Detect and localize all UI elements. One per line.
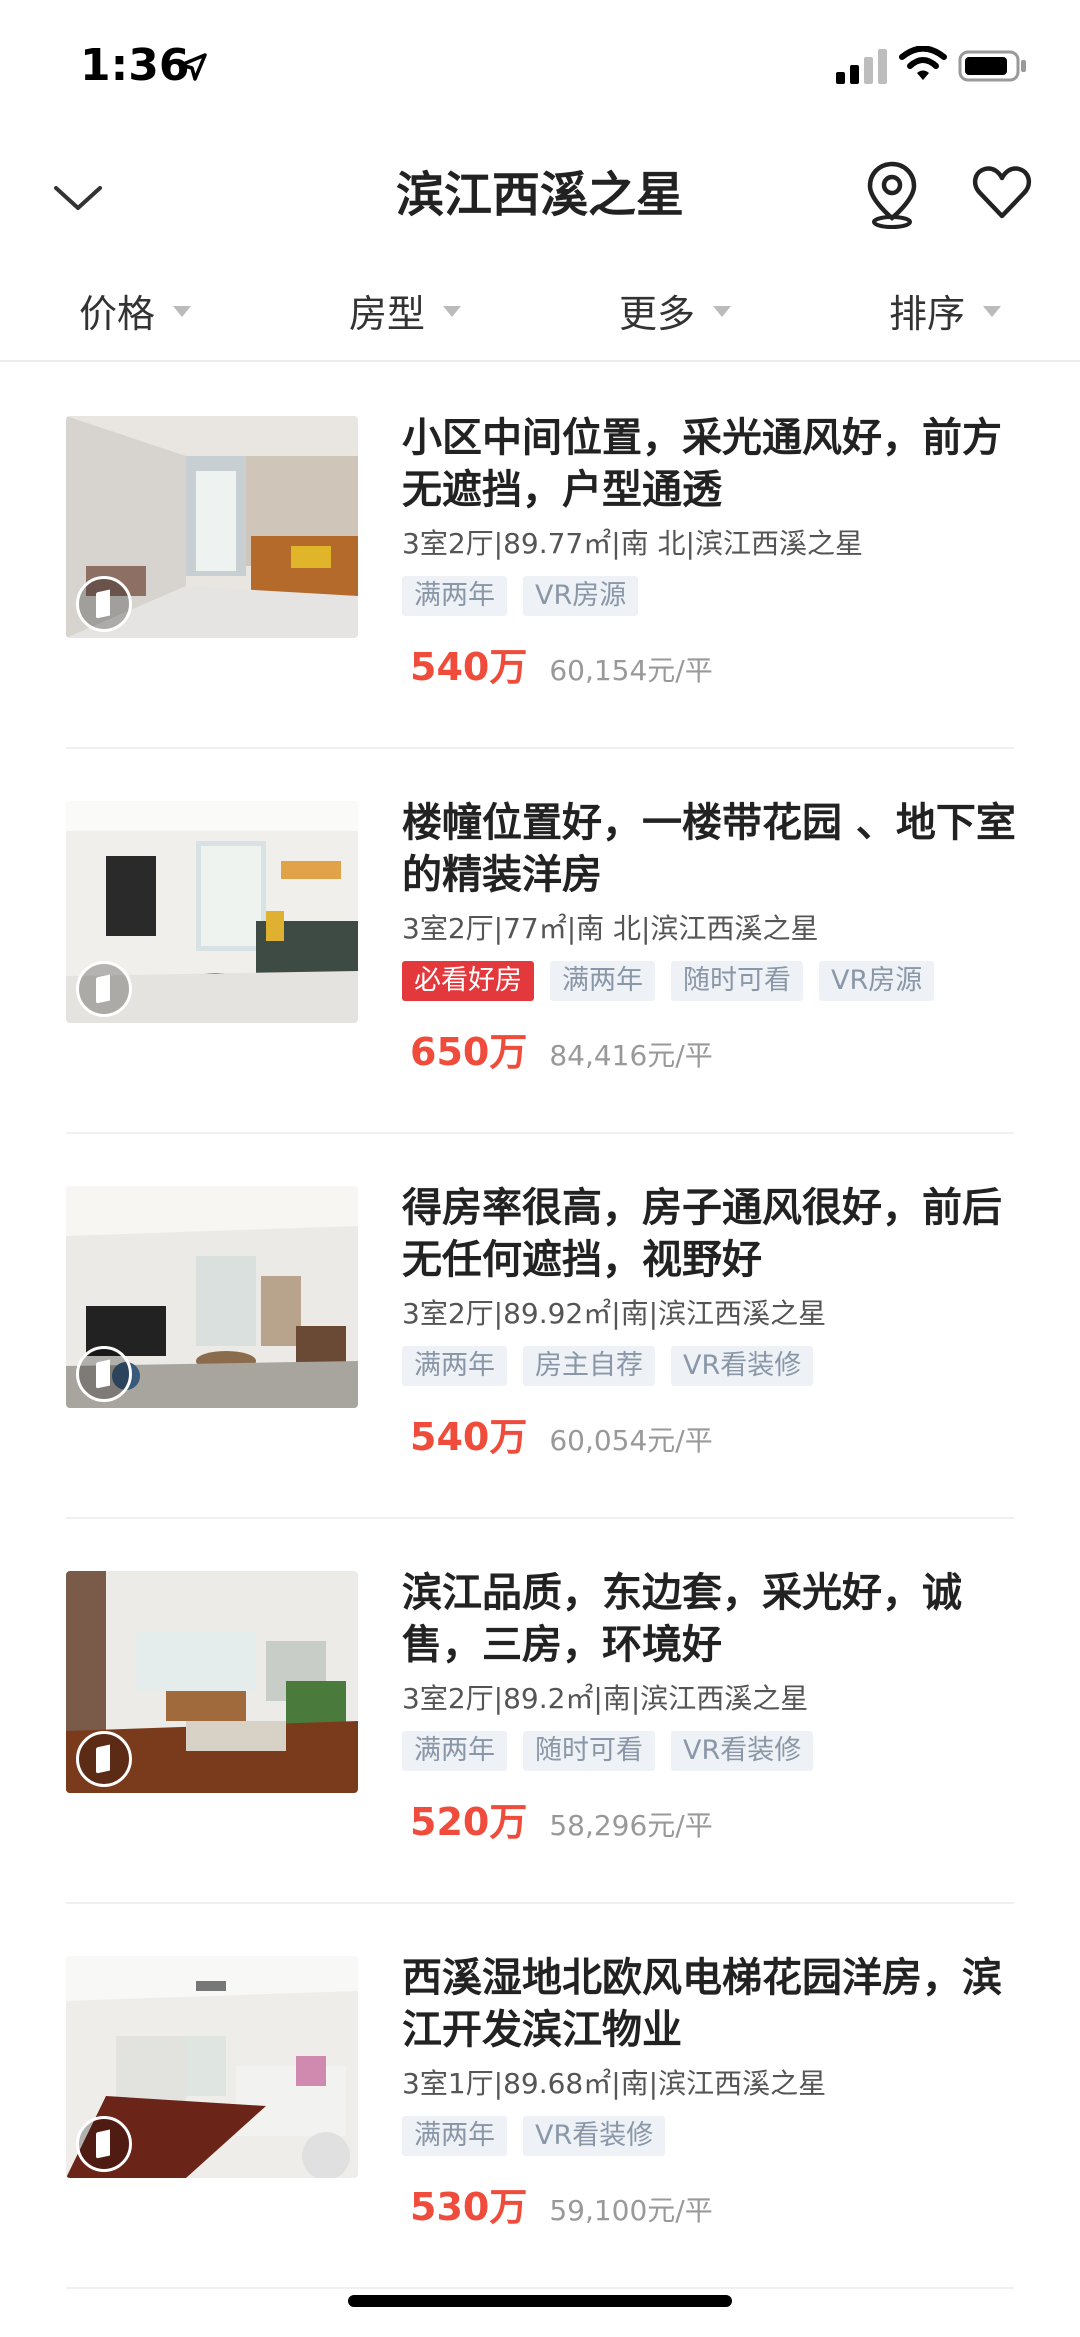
listing-price: 540万 [410, 645, 528, 689]
tag: 满两年 [402, 576, 507, 616]
listing-meta: 3室2厅|89.2㎡|南|滨江西溪之星 [402, 1682, 809, 1715]
listing-meta: 3室1厅|89.68㎡|南|滨江西溪之星 [402, 2067, 827, 2100]
map-pin-icon[interactable] [862, 158, 922, 230]
filter-sort[interactable]: 排序 [810, 270, 1080, 350]
tag: 房主自荐 [523, 1346, 655, 1386]
tag: 满两年 [550, 961, 655, 1001]
filter-more[interactable]: 更多 [540, 270, 810, 350]
vr-play-icon[interactable] [76, 1346, 132, 1402]
vr-play-icon[interactable] [76, 2116, 132, 2172]
listing-title: 滨江品质，东边套，采光好，诚售，三房，环境好 [402, 1570, 962, 1668]
tag: VR看装修 [523, 2116, 666, 2156]
listing-meta: 3室2厅|77㎡|南 北|滨江西溪之星 [402, 912, 819, 945]
listing-meta: 3室2厅|89.77㎡|南 北|滨江西溪之星 [402, 527, 863, 560]
listing-photo[interactable] [66, 416, 358, 638]
filter-label: 房型 [348, 291, 425, 336]
listing-price: 650万 [410, 1030, 528, 1074]
tag: 满两年 [402, 1731, 507, 1771]
home-indicator[interactable] [348, 2295, 732, 2307]
battery-icon [958, 50, 1026, 82]
tag: VR看装修 [671, 1731, 814, 1771]
tag: 满两年 [402, 2116, 507, 2156]
listing-title: 得房率很高，房子通风很好，前后无任何遮挡，视野好 [402, 1185, 1002, 1283]
tag: VR房源 [819, 961, 935, 1001]
listing-tags: 满两年 VR看装修 [402, 2116, 1022, 2156]
tag: VR看装修 [671, 1346, 814, 1386]
listing-tags: 满两年 房主自荐 VR看装修 [402, 1346, 1022, 1386]
caret-down-icon [173, 305, 191, 317]
listing-card[interactable]: 小区中间位置，采光通风好，前方无遮挡，户型通透 3室2厅|89.77㎡|南 北|… [66, 364, 1014, 749]
listing-unit-price: 60,054元/平 [549, 1424, 713, 1457]
listing-meta: 3室2厅|89.92㎡|南|滨江西溪之星 [402, 1297, 827, 1330]
listing-unit-price: 58,296元/平 [549, 1809, 713, 1842]
listing-photo[interactable] [66, 1186, 358, 1408]
vr-play-icon[interactable] [76, 961, 132, 1017]
listing-tags: 满两年 VR房源 [402, 576, 1022, 616]
listing-unit-price: 84,416元/平 [549, 1039, 713, 1072]
caret-down-icon [443, 305, 461, 317]
listing-list: 小区中间位置，采光通风好，前方无遮挡，户型通透 3室2厅|89.77㎡|南 北|… [0, 364, 1080, 2289]
listing-price: 530万 [410, 2185, 528, 2229]
listing-price: 540万 [410, 1415, 528, 1459]
listing-unit-price: 59,100元/平 [549, 2194, 713, 2227]
tag: 随时可看 [671, 961, 803, 1001]
listing-unit-price: 60,154元/平 [549, 654, 713, 687]
vr-play-icon[interactable] [76, 576, 132, 632]
listing-title: 西溪湿地北欧风电梯花园洋房，滨江开发滨江物业 [402, 1955, 1002, 2053]
heart-icon[interactable] [970, 160, 1034, 224]
listing-card[interactable]: 得房率很高，房子通风很好，前后无任何遮挡，视野好 3室2厅|89.92㎡|南|滨… [66, 1134, 1014, 1519]
listing-photo[interactable] [66, 1571, 358, 1793]
tag: VR房源 [523, 576, 639, 616]
filter-bar: 价格 房型 更多 排序 [0, 270, 1080, 362]
listing-tags: 满两年 随时可看 VR看装修 [402, 1731, 1022, 1771]
filter-price[interactable]: 价格 [0, 270, 270, 350]
caret-down-icon [713, 305, 731, 317]
nav-bar: 滨江西溪之星 [0, 130, 1080, 260]
tag-must-see: 必看好房 [402, 961, 534, 1001]
location-arrow-icon [179, 53, 207, 81]
listing-card[interactable]: 楼幢位置好，一楼带花园 、地下室的精装洋房 3室2厅|77㎡|南 北|滨江西溪之… [66, 749, 1016, 1134]
tag: 满两年 [402, 1346, 507, 1386]
cellular-signal-icon [836, 49, 887, 84]
listing-title: 楼幢位置好，一楼带花园 、地下室的精装洋房 [402, 800, 1016, 898]
filter-layout[interactable]: 房型 [270, 270, 540, 350]
listing-card[interactable]: 西溪湿地北欧风电梯花园洋房，滨江开发滨江物业 3室1厅|89.68㎡|南|滨江西… [66, 1904, 1014, 2289]
listing-price: 520万 [410, 1800, 528, 1844]
vr-play-icon[interactable] [76, 1731, 132, 1787]
wifi-icon [899, 46, 947, 80]
status-time: 1:36 [80, 40, 190, 91]
filter-label: 更多 [618, 291, 695, 336]
listing-card[interactable]: 滨江品质，东边套，采光好，诚售，三房，环境好 3室2厅|89.2㎡|南|滨江西溪… [66, 1519, 1014, 1904]
filter-label: 价格 [78, 291, 155, 336]
tag: 随时可看 [523, 1731, 655, 1771]
listing-title: 小区中间位置，采光通风好，前方无遮挡，户型通透 [402, 415, 1002, 513]
filter-label: 排序 [888, 291, 965, 336]
caret-down-icon [983, 305, 1001, 317]
listing-tags: 必看好房 满两年 随时可看 VR房源 [402, 961, 1022, 1001]
status-bar: 1:36 [0, 0, 1080, 130]
listing-photo[interactable] [66, 1956, 358, 2178]
listing-photo[interactable] [66, 801, 358, 1023]
